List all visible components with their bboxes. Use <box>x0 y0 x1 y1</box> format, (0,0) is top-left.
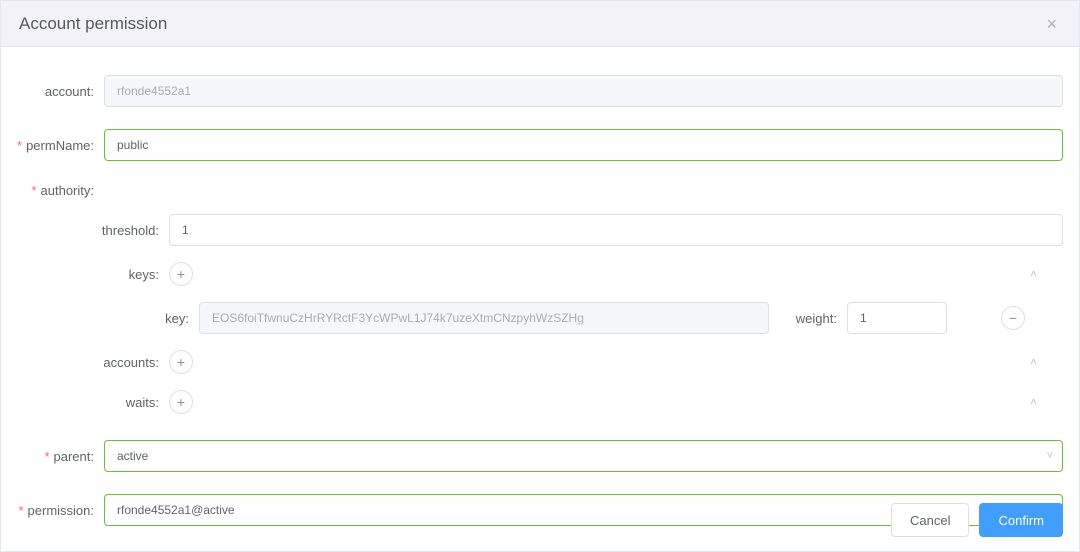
accounts-collapse-toggle[interactable]: ˄ <box>1030 355 1063 369</box>
permname-input[interactable] <box>104 129 1063 161</box>
dialog-footer: Cancel Confirm <box>891 503 1063 537</box>
label-threshold: threshold: <box>17 223 169 238</box>
weight-input[interactable] <box>847 302 947 334</box>
dialog-title: Account permission <box>19 14 167 34</box>
threshold-input[interactable] <box>169 214 1063 246</box>
label-key: key: <box>17 311 199 326</box>
account-input <box>104 75 1063 107</box>
dialog-header: Account permission × <box>1 1 1079 47</box>
row-account: account: <box>17 75 1063 107</box>
row-authority: authority: <box>17 183 1063 198</box>
key-item: key: weight: − <box>17 302 1063 334</box>
confirm-button[interactable]: Confirm <box>979 503 1063 537</box>
label-weight: weight: <box>769 311 847 326</box>
chevron-up-icon: ˄ <box>1030 355 1037 369</box>
row-keys: keys: + ˄ <box>17 262 1063 286</box>
add-wait-button[interactable]: + <box>169 390 193 414</box>
row-accounts: accounts: + ˄ <box>17 350 1063 374</box>
label-accounts: accounts: <box>17 355 169 370</box>
waits-collapse-toggle[interactable]: ˄ <box>1030 395 1063 409</box>
keys-collapse-toggle[interactable]: ˄ <box>1030 267 1063 281</box>
add-account-button[interactable]: + <box>169 350 193 374</box>
row-permname: permName: <box>17 129 1063 161</box>
label-keys: keys: <box>17 267 169 282</box>
parent-select-value[interactable] <box>104 440 1063 472</box>
close-icon[interactable]: × <box>1042 11 1061 37</box>
plus-icon: + <box>177 355 185 369</box>
plus-icon: + <box>177 395 185 409</box>
row-parent: parent: ˅ <box>17 440 1063 472</box>
label-account: account: <box>17 84 104 99</box>
row-waits: waits: + ˄ <box>17 390 1063 414</box>
add-key-button[interactable]: + <box>169 262 193 286</box>
label-parent: parent: <box>17 449 104 464</box>
cancel-button[interactable]: Cancel <box>891 503 969 537</box>
row-threshold: threshold: <box>17 214 1063 246</box>
label-authority: authority: <box>17 183 104 198</box>
plus-icon: + <box>177 267 185 281</box>
minus-icon: − <box>1009 311 1017 325</box>
chevron-up-icon: ˄ <box>1030 395 1037 409</box>
dialog-body: account: permName: authority: threshold: <box>1 47 1079 526</box>
account-permission-dialog: Account permission × account: permName: … <box>0 0 1080 552</box>
parent-select[interactable]: ˅ <box>104 440 1063 472</box>
remove-key-button[interactable]: − <box>1001 306 1025 330</box>
label-waits: waits: <box>17 395 169 410</box>
label-permission: permission: <box>17 503 104 518</box>
label-permname: permName: <box>17 138 104 153</box>
chevron-up-icon: ˄ <box>1030 267 1037 281</box>
key-input <box>199 302 769 334</box>
